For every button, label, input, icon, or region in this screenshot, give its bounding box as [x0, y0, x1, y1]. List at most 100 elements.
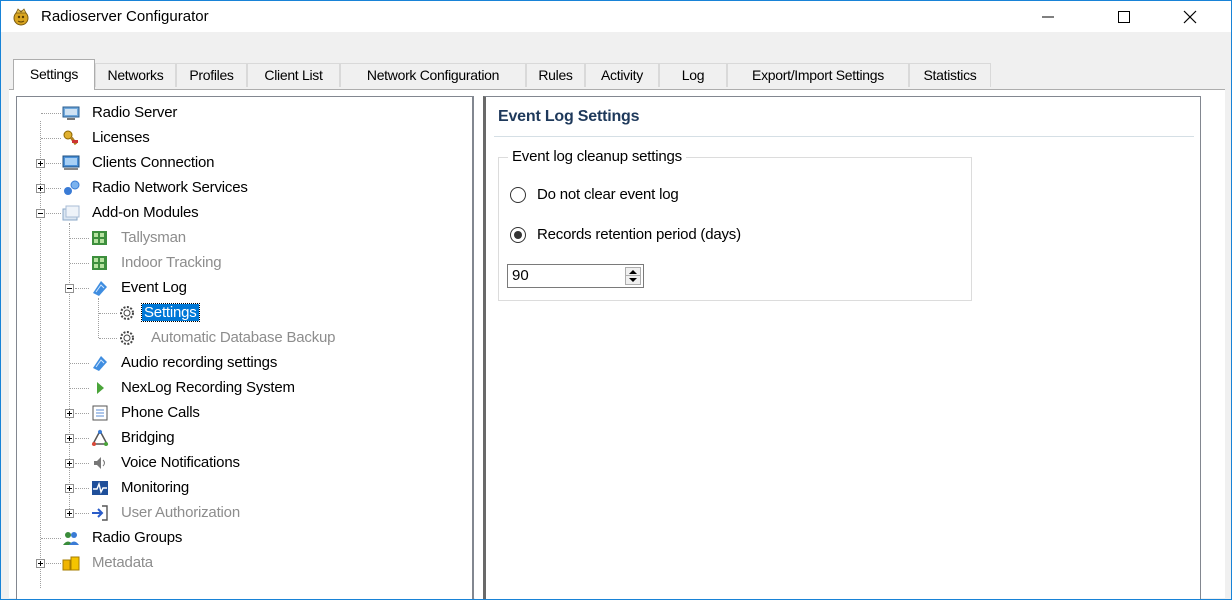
tree-item-phone-calls[interactable]: Phone Calls [91, 402, 200, 424]
group-icon [63, 532, 79, 545]
gear-icon [120, 306, 134, 320]
expand-bridging[interactable] [65, 434, 74, 443]
tree-item-label: Metadata [92, 554, 153, 571]
tab-network-configuration[interactable]: Network Configuration [340, 63, 526, 87]
tree-item-label: Licenses [92, 129, 150, 146]
tree-item-label: Indoor Tracking [121, 254, 222, 271]
expand-voice-notifications[interactable] [65, 459, 74, 468]
tree-item-label: Voice Notifications [121, 454, 240, 471]
panel-divider [494, 136, 1194, 137]
retention-days-value[interactable]: 90 [512, 267, 529, 284]
increment-icon[interactable] [629, 270, 637, 274]
app-window: Radioserver Configurator Settings Networ… [0, 0, 1232, 600]
tree-item-licenses[interactable]: Licenses [62, 127, 150, 149]
tree-item-user-authorization[interactable]: User Authorization [91, 502, 240, 524]
tree-item-automatic-database-backup[interactable]: Automatic Database Backup [118, 327, 335, 349]
monitor-icon [92, 481, 108, 495]
tab-client-list[interactable]: Client List [247, 63, 340, 87]
collapse-add-on-modules[interactable] [36, 209, 45, 218]
do-not-clear-label[interactable]: Do not clear event log [537, 186, 679, 203]
tree-item-label: Event Log [121, 279, 187, 296]
bridge-icon [91, 429, 109, 446]
login-icon [92, 505, 108, 521]
tree-item-monitoring[interactable]: Monitoring [91, 477, 189, 499]
speaker-icon [94, 457, 105, 469]
tree-item-indoor-tracking[interactable]: Indoor Tracking [91, 252, 222, 274]
tree-item-settings[interactable]: Settings [118, 302, 200, 324]
tree-item-tallysman[interactable]: Tallysman [91, 227, 186, 249]
tree-item-radio-groups[interactable]: Radio Groups [62, 527, 182, 549]
app-logo-icon [13, 8, 29, 26]
splitter[interactable] [475, 96, 483, 599]
tree-item-label: Add-on Modules [92, 204, 199, 221]
expand-metadata[interactable] [36, 559, 45, 568]
tree-item-label: Audio recording settings [121, 354, 278, 371]
maximize-button[interactable] [1101, 1, 1147, 32]
tab-settings[interactable]: Settings [13, 59, 95, 90]
tab-rules[interactable]: Rules [526, 63, 585, 87]
tree-item-radio-network-services[interactable]: Radio Network Services [62, 177, 248, 199]
maximize-icon [1118, 10, 1130, 23]
grid-icon [92, 256, 107, 270]
database-icon [62, 556, 80, 571]
expand-phone-calls[interactable] [65, 409, 74, 418]
tree-item-label: NexLog Recording System [121, 379, 295, 396]
play-icon [97, 382, 104, 394]
panel-title: Event Log Settings [498, 108, 640, 125]
tree-item-voice-notifications[interactable]: Voice Notifications [91, 452, 240, 474]
collapse-event-log[interactable] [65, 284, 74, 293]
key-icon [63, 130, 78, 146]
tree-item-label: Radio Groups [92, 529, 183, 546]
tree-item-label: User Authorization [121, 504, 240, 521]
log-icon [93, 281, 107, 296]
tree-item-audio-recording-settings[interactable]: Audio recording settings [91, 352, 277, 374]
tab-statistics[interactable]: Statistics [909, 63, 991, 87]
tab-export-import-settings[interactable]: Export/Import Settings [727, 63, 909, 87]
close-icon [1183, 10, 1197, 23]
title-bar[interactable]: Radioserver Configurator [1, 1, 1231, 32]
expand-clients-connection[interactable] [36, 159, 45, 168]
tree-item-label: Settings [141, 303, 200, 322]
tab-activity[interactable]: Activity [585, 63, 659, 87]
grid-icon [92, 231, 107, 245]
tree-item-label: Tallysman [121, 229, 186, 246]
tab-profiles[interactable]: Profiles [176, 63, 247, 87]
tree-item-radio-server[interactable]: Radio Server [62, 102, 177, 124]
tab-networks[interactable]: Networks [95, 63, 176, 87]
audio-icon [93, 356, 107, 371]
window-title: Radioserver Configurator [41, 8, 209, 25]
retention-period-radio[interactable] [510, 227, 526, 243]
tree-item-add-on-modules[interactable]: Add-on Modules [62, 202, 199, 224]
tree-item-label: Monitoring [121, 479, 190, 496]
expand-user-authorization[interactable] [65, 509, 74, 518]
network-icon [62, 155, 80, 170]
minimize-button[interactable] [1025, 1, 1071, 32]
do-not-clear-radio[interactable] [510, 187, 526, 203]
retention-days-stepper[interactable]: 90 [507, 264, 644, 288]
tree-item-label: Bridging [121, 429, 175, 446]
expand-radio-network-services[interactable] [36, 184, 45, 193]
tree-item-bridging[interactable]: Bridging [91, 427, 175, 449]
modules-icon [62, 205, 80, 221]
close-button[interactable] [1167, 1, 1213, 32]
group-title: Event log cleanup settings [508, 148, 686, 165]
decrement-icon[interactable] [629, 278, 637, 282]
tree-item-label: Phone Calls [121, 404, 200, 421]
tab-log[interactable]: Log [659, 63, 727, 87]
retention-period-label[interactable]: Records retention period (days) [537, 226, 741, 243]
tree-item-label: Automatic Database Backup [151, 329, 336, 346]
gear-icon [120, 331, 134, 345]
services-icon [64, 180, 80, 195]
tree-item-event-log[interactable]: Event Log [91, 277, 187, 299]
tree-item-metadata[interactable]: Metadata [62, 552, 153, 574]
tree-item-label: Clients Connection [92, 154, 215, 171]
stepper-buttons[interactable] [625, 267, 641, 285]
phone-icon [92, 405, 108, 421]
server-icon [62, 106, 80, 120]
minimize-icon [1042, 16, 1054, 17]
expand-monitoring[interactable] [65, 484, 74, 493]
tree-item-label: Radio Network Services [92, 179, 248, 196]
tree-item-clients-connection[interactable]: Clients Connection [62, 152, 215, 174]
tree-item-label: Radio Server [92, 104, 178, 121]
tree-item-nexlog-recording-system[interactable]: NexLog Recording System [91, 377, 295, 399]
